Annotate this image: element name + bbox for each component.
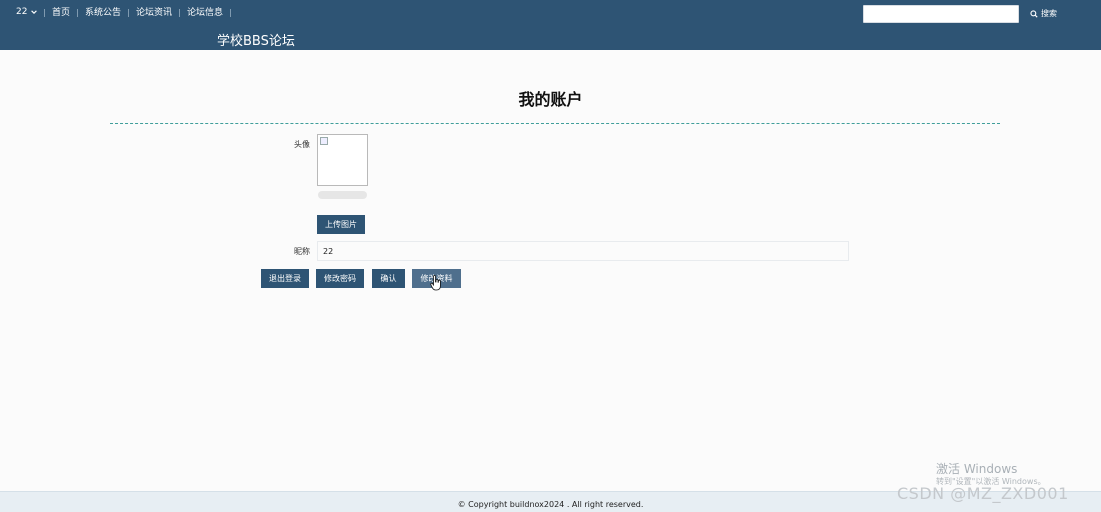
nav-item-announcements[interactable]: 系统公告 [85,7,121,19]
nav-item-forum-info[interactable]: 论坛信息 [187,7,223,19]
avatar-label: 头像 [294,140,310,149]
avatar-preview [317,134,368,186]
page-title: 我的账户 [518,90,583,109]
chevron-down-icon [31,10,38,14]
search-icon [1030,9,1038,18]
nav-divider [77,9,79,17]
top-nav-bar: 22 首页 系统公告 论坛资讯 论坛信息 搜索 [0,0,1101,28]
logout-button[interactable]: 退出登录 [261,269,309,288]
broken-image-icon [320,137,328,145]
title-divider [110,123,1000,124]
edit-profile-button[interactable]: 修改资料 [412,269,461,288]
user-menu[interactable]: 22 [16,7,38,17]
main-nav: 首页 系统公告 论坛资讯 论坛信息 [44,7,238,19]
search-button-label: 搜索 [1041,9,1057,18]
top-header: 22 首页 系统公告 论坛资讯 论坛信息 搜索 学校BBS论坛 [0,0,1101,50]
nickname-field[interactable] [317,241,849,261]
confirm-button[interactable]: 确认 [372,269,405,288]
search-input[interactable] [863,5,1019,23]
nav-divider [179,9,181,17]
csdn-watermark: CSDN @MZ_ZXD001 [897,484,1069,503]
activate-windows-title: 激活 Windows [936,462,1018,476]
site-title: 学校BBS论坛 [217,34,295,49]
nav-item-home[interactable]: 首页 [52,7,70,19]
upload-progress-bar [318,191,367,199]
user-name: 22 [16,7,28,17]
upload-image-button[interactable]: 上传图片 [317,215,365,234]
nav-divider [128,9,130,17]
nav-item-forum-news[interactable]: 论坛资讯 [136,7,172,19]
nav-divider [44,9,45,17]
search-button[interactable]: 搜索 [1030,8,1057,19]
nickname-label: 昵称 [294,247,310,256]
nav-divider [230,9,232,17]
change-password-button[interactable]: 修改密码 [316,269,364,288]
